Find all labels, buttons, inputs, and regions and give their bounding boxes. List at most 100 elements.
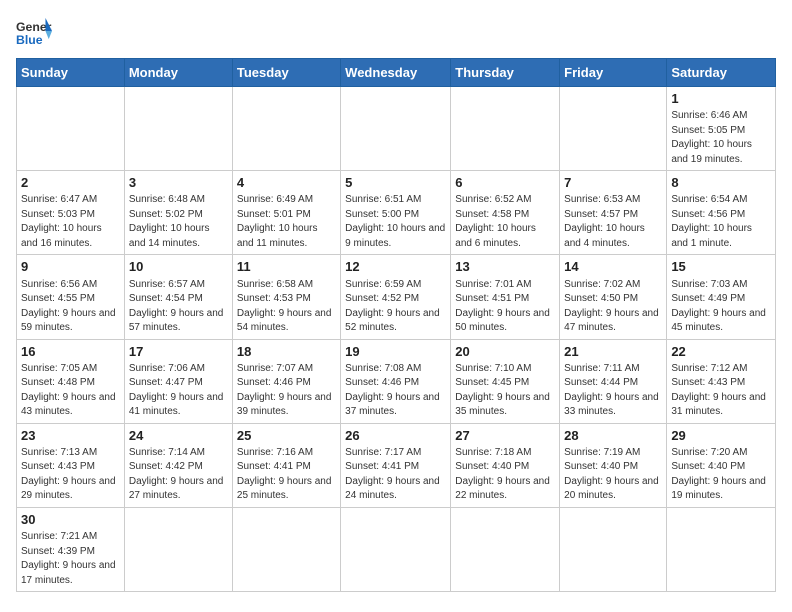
day-info: Sunrise: 7:01 AM Sunset: 4:51 PM Dayligh… — [455, 278, 555, 336]
calendar-cell — [451, 87, 560, 171]
day-number: 15 — [671, 258, 771, 276]
day-number: 3 — [129, 174, 228, 192]
day-info: Sunrise: 6:53 AM Sunset: 4:57 PM Dayligh… — [564, 193, 662, 251]
generalblue-logo-icon: General Blue — [16, 16, 52, 46]
calendar-cell: 22Sunrise: 7:12 AM Sunset: 4:43 PM Dayli… — [667, 339, 776, 423]
day-number: 5 — [345, 174, 446, 192]
logo-area: General Blue — [16, 16, 52, 46]
calendar-cell — [124, 87, 232, 171]
calendar-cell: 30Sunrise: 7:21 AM Sunset: 4:39 PM Dayli… — [17, 507, 125, 591]
day-number: 19 — [345, 343, 446, 361]
day-number: 2 — [21, 174, 120, 192]
day-number: 25 — [237, 427, 336, 445]
day-info: Sunrise: 6:54 AM Sunset: 4:56 PM Dayligh… — [671, 193, 771, 251]
calendar-cell: 16Sunrise: 7:05 AM Sunset: 4:48 PM Dayli… — [17, 339, 125, 423]
calendar-cell: 26Sunrise: 7:17 AM Sunset: 4:41 PM Dayli… — [341, 423, 451, 507]
day-number: 12 — [345, 258, 446, 276]
calendar-cell — [667, 507, 776, 591]
day-info: Sunrise: 7:16 AM Sunset: 4:41 PM Dayligh… — [237, 446, 336, 504]
day-info: Sunrise: 7:06 AM Sunset: 4:47 PM Dayligh… — [129, 362, 228, 420]
calendar-cell: 11 Sunrise: 6:58 AM Sunset: 4:53 PM Dayli… — [232, 255, 340, 339]
calendar-cell — [560, 507, 667, 591]
day-info: Sunrise: 7:19 AM Sunset: 4:40 PM Dayligh… — [564, 446, 662, 504]
day-info: Sunrise: 7:17 AM Sunset: 4:41 PM Dayligh… — [345, 446, 446, 504]
day-info: Sunrise: 7:11 AM Sunset: 4:44 PM Dayligh… — [564, 362, 662, 420]
day-info: Sunrise: 6:47 AM Sunset: 5:03 PM Dayligh… — [21, 193, 120, 251]
calendar-cell — [124, 507, 232, 591]
calendar-cell: 13 Sunrise: 7:01 AM Sunset: 4:51 PM Dayli… — [451, 255, 560, 339]
calendar-cell: 1Sunrise: 6:46 AM Sunset: 5:05 PM Daylig… — [667, 87, 776, 171]
weekday-header-tuesday: Tuesday — [232, 59, 340, 87]
day-info: Sunrise: 7:21 AM Sunset: 4:39 PM Dayligh… — [21, 530, 120, 588]
weekday-header-saturday: Saturday — [667, 59, 776, 87]
calendar-cell — [232, 87, 340, 171]
calendar-cell: 17Sunrise: 7:06 AM Sunset: 4:47 PM Dayli… — [124, 339, 232, 423]
calendar-cell — [451, 507, 560, 591]
day-number: 1 — [671, 90, 771, 108]
calendar-week-row: 9Sunrise: 6:56 AM Sunset: 4:55 PM Daylig… — [17, 255, 776, 339]
calendar-cell — [232, 507, 340, 591]
day-number: 14 — [564, 258, 662, 276]
day-info: Sunrise: 7:05 AM Sunset: 4:48 PM Dayligh… — [21, 362, 120, 420]
weekday-header-sunday: Sunday — [17, 59, 125, 87]
day-number: 26 — [345, 427, 446, 445]
day-info: Sunrise: 7:07 AM Sunset: 4:46 PM Dayligh… — [237, 362, 336, 420]
day-number: 30 — [21, 511, 120, 529]
day-number: 4 — [237, 174, 336, 192]
day-number: 13 — [455, 258, 555, 276]
calendar-week-row: 1Sunrise: 6:46 AM Sunset: 5:05 PM Daylig… — [17, 87, 776, 171]
day-number: 17 — [129, 343, 228, 361]
day-info: Sunrise: 6:49 AM Sunset: 5:01 PM Dayligh… — [237, 193, 336, 251]
day-info: Sunrise: 7:12 AM Sunset: 4:43 PM Dayligh… — [671, 362, 771, 420]
page: General Blue SundayMondayTuesdayWednesda… — [0, 0, 792, 602]
day-info: Sunrise: 6:48 AM Sunset: 5:02 PM Dayligh… — [129, 193, 228, 251]
calendar-cell: 8Sunrise: 6:54 AM Sunset: 4:56 PM Daylig… — [667, 171, 776, 255]
day-info: Sunrise: 6:56 AM Sunset: 4:55 PM Dayligh… — [21, 278, 120, 336]
calendar-week-row: 16Sunrise: 7:05 AM Sunset: 4:48 PM Dayli… — [17, 339, 776, 423]
day-info: Sunrise: 6:59 AM Sunset: 4:52 PM Dayligh… — [345, 278, 446, 336]
day-number: 21 — [564, 343, 662, 361]
calendar-cell: 20Sunrise: 7:10 AM Sunset: 4:45 PM Dayli… — [451, 339, 560, 423]
calendar-cell: 19Sunrise: 7:08 AM Sunset: 4:46 PM Dayli… — [341, 339, 451, 423]
calendar-cell: 18Sunrise: 7:07 AM Sunset: 4:46 PM Dayli… — [232, 339, 340, 423]
calendar-cell: 12 Sunrise: 6:59 AM Sunset: 4:52 PM Dayli… — [341, 255, 451, 339]
day-info: Sunrise: 7:13 AM Sunset: 4:43 PM Dayligh… — [21, 446, 120, 504]
day-number: 28 — [564, 427, 662, 445]
calendar-week-row: 2Sunrise: 6:47 AM Sunset: 5:03 PM Daylig… — [17, 171, 776, 255]
day-number: 24 — [129, 427, 228, 445]
calendar-cell: 25Sunrise: 7:16 AM Sunset: 4:41 PM Dayli… — [232, 423, 340, 507]
calendar-cell: 14 Sunrise: 7:02 AM Sunset: 4:50 PM Dayli… — [560, 255, 667, 339]
day-info: Sunrise: 7:10 AM Sunset: 4:45 PM Dayligh… — [455, 362, 555, 420]
weekday-header-monday: Monday — [124, 59, 232, 87]
calendar-cell — [341, 87, 451, 171]
calendar-table: SundayMondayTuesdayWednesdayThursdayFrid… — [16, 58, 776, 592]
day-info: Sunrise: 6:46 AM Sunset: 5:05 PM Dayligh… — [671, 109, 771, 167]
day-number: 20 — [455, 343, 555, 361]
day-number: 23 — [21, 427, 120, 445]
calendar-cell: 21Sunrise: 7:11 AM Sunset: 4:44 PM Dayli… — [560, 339, 667, 423]
day-number: 11 — [237, 258, 336, 276]
weekday-header-friday: Friday — [560, 59, 667, 87]
weekday-header-wednesday: Wednesday — [341, 59, 451, 87]
weekday-header-row: SundayMondayTuesdayWednesdayThursdayFrid… — [17, 59, 776, 87]
day-number: 10 — [129, 258, 228, 276]
calendar-cell: 7Sunrise: 6:53 AM Sunset: 4:57 PM Daylig… — [560, 171, 667, 255]
day-info: Sunrise: 7:20 AM Sunset: 4:40 PM Dayligh… — [671, 446, 771, 504]
calendar-cell: 29Sunrise: 7:20 AM Sunset: 4:40 PM Dayli… — [667, 423, 776, 507]
calendar-cell — [560, 87, 667, 171]
day-info: Sunrise: 7:08 AM Sunset: 4:46 PM Dayligh… — [345, 362, 446, 420]
header: General Blue — [16, 16, 776, 46]
calendar-cell: 6Sunrise: 6:52 AM Sunset: 4:58 PM Daylig… — [451, 171, 560, 255]
calendar-cell: 28Sunrise: 7:19 AM Sunset: 4:40 PM Dayli… — [560, 423, 667, 507]
svg-text:Blue: Blue — [16, 33, 43, 46]
calendar-week-row: 23Sunrise: 7:13 AM Sunset: 4:43 PM Dayli… — [17, 423, 776, 507]
calendar-cell: 24Sunrise: 7:14 AM Sunset: 4:42 PM Dayli… — [124, 423, 232, 507]
day-info: Sunrise: 7:02 AM Sunset: 4:50 PM Dayligh… — [564, 278, 662, 336]
day-number: 7 — [564, 174, 662, 192]
weekday-header-thursday: Thursday — [451, 59, 560, 87]
day-number: 27 — [455, 427, 555, 445]
day-info: Sunrise: 6:58 AM Sunset: 4:53 PM Dayligh… — [237, 278, 336, 336]
day-number: 6 — [455, 174, 555, 192]
day-info: Sunrise: 6:52 AM Sunset: 4:58 PM Dayligh… — [455, 193, 555, 251]
calendar-cell — [17, 87, 125, 171]
